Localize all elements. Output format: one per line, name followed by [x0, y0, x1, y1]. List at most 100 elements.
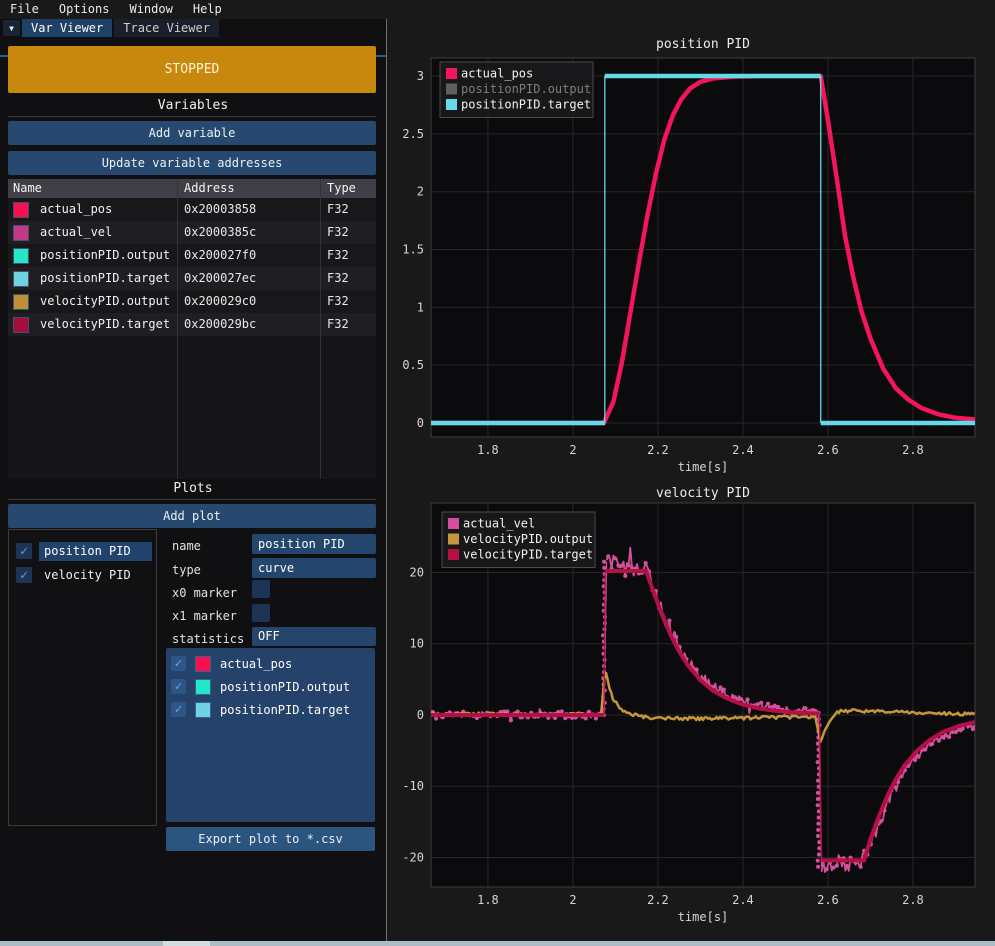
update-variable-addresses-button[interactable]: Update variable addresses [8, 151, 376, 175]
variable-name-cell: positionPID.output [8, 244, 177, 267]
tab-trace-viewer[interactable]: Trace Viewer [114, 19, 219, 37]
x0-marker-checkbox[interactable] [252, 580, 270, 598]
export-csv-button[interactable]: Export plot to *.csv [166, 827, 375, 851]
column-header-name[interactable]: Name [8, 179, 177, 198]
plot-name-label: name [172, 536, 201, 556]
legend-swatch[interactable] [448, 518, 459, 529]
variable-name-cell: velocityPID.output [8, 290, 177, 313]
series-marker [947, 735, 951, 739]
plot-name-input[interactable]: position PID [252, 534, 376, 554]
legend-label[interactable]: positionPID.output [461, 82, 591, 96]
chart-title: velocity PID [656, 486, 750, 501]
series-visible-checkbox[interactable]: ✓ [171, 702, 186, 717]
x-tick-label: 2.8 [902, 443, 924, 457]
legend-swatch[interactable] [448, 549, 459, 560]
variable-address: 0x200027f0 [177, 244, 320, 267]
plot-list-label[interactable]: position PID [39, 542, 152, 561]
y-tick-label: 10 [410, 637, 424, 651]
legend-label[interactable]: actual_pos [461, 67, 533, 81]
variables-header: Variables [0, 98, 386, 113]
add-plot-button[interactable]: Add plot [8, 504, 376, 528]
plot-list-item[interactable]: ✓ position PID [9, 539, 156, 563]
legend-swatch[interactable] [446, 99, 457, 110]
add-variable-button[interactable]: Add variable [8, 121, 376, 145]
legend-label[interactable]: positionPID.target [461, 98, 591, 112]
column-header-type[interactable]: Type [320, 179, 376, 198]
statistics-toggle[interactable]: OFF [252, 627, 376, 646]
series-marker [825, 867, 829, 871]
x-tick-label: 2.6 [817, 443, 839, 457]
variable-type: F32 [320, 313, 376, 336]
plot-legend[interactable]: actual_pospositionPID.output positionPID.… [440, 62, 593, 118]
column-separator [320, 179, 321, 479]
column-separator [177, 179, 178, 479]
legend-swatch[interactable] [446, 84, 457, 95]
variable-color-swatch[interactable] [13, 317, 29, 333]
variable-color-swatch[interactable] [13, 225, 29, 241]
menu-options[interactable]: Options [49, 0, 120, 19]
x1-marker-checkbox[interactable] [252, 604, 270, 622]
plot-series-item[interactable]: ✓positionPID.target [166, 698, 375, 721]
acquisition-stop-button[interactable]: STOPPED [8, 46, 376, 93]
variable-name-cell: actual_vel [8, 221, 177, 244]
plot-visible-checkbox[interactable]: ✓ [16, 543, 32, 559]
legend-label[interactable]: actual_vel [463, 517, 535, 531]
plot-visible-checkbox[interactable]: ✓ [16, 567, 32, 583]
variable-name: actual_vel [40, 221, 112, 244]
plot-list-item[interactable]: ✓ velocity PID [9, 563, 156, 587]
legend-label[interactable]: velocityPID.target [463, 548, 593, 562]
plot-type-select[interactable]: curve [252, 558, 376, 578]
x-tick-label: 2.2 [647, 893, 669, 907]
variable-name-cell: positionPID.target [8, 267, 177, 290]
variable-color-swatch[interactable] [13, 294, 29, 310]
menu-window[interactable]: Window [119, 0, 182, 19]
variable-name: velocityPID.output [40, 290, 170, 313]
x-tick-label: 2.6 [817, 893, 839, 907]
series-marker [954, 730, 958, 734]
plot-series-panel: ✓actual_pos✓positionPID.output✓positionP… [166, 648, 375, 822]
plot-list-label[interactable]: velocity PID [39, 566, 152, 585]
legend-label[interactable]: velocityPID.output [463, 532, 593, 546]
variable-address: 0x2000385c [177, 221, 320, 244]
series-marker [816, 834, 820, 838]
legend-swatch[interactable] [448, 534, 459, 545]
y-tick-label: 3 [417, 69, 424, 83]
series-marker [509, 718, 513, 722]
menu-help[interactable]: Help [183, 0, 232, 19]
variable-color-swatch[interactable] [13, 202, 29, 218]
series-marker [816, 760, 820, 764]
variable-color-swatch[interactable] [13, 271, 29, 287]
series-marker [816, 791, 820, 795]
velocity-pid-chart[interactable]: 1.822.22.42.62.820100-10-20velocity PIDt… [391, 478, 995, 940]
horizontal-scrollbar[interactable] [0, 941, 995, 946]
tab-list-button[interactable]: ▼ [3, 20, 20, 36]
y-tick-label: -10 [402, 779, 424, 793]
series-visible-checkbox[interactable]: ✓ [171, 679, 186, 694]
x-tick-label: 2.8 [902, 893, 924, 907]
variable-color-swatch[interactable] [13, 248, 29, 264]
position-pid-chart[interactable]: 1.822.22.42.62.800.511.522.53position PI… [391, 28, 995, 478]
series-marker [434, 716, 438, 720]
tab-var-viewer[interactable]: Var Viewer [22, 19, 112, 37]
variable-name-cell: velocityPID.target [8, 313, 177, 336]
series-marker [816, 828, 820, 832]
plot-legend[interactable]: actual_velvelocityPID.output velocityPID.… [442, 512, 595, 568]
legend-swatch[interactable] [446, 68, 457, 79]
scrollbar-thumb[interactable] [163, 941, 210, 946]
series-marker [816, 797, 820, 801]
series-marker [816, 803, 820, 807]
series-visible-checkbox[interactable]: ✓ [171, 656, 186, 671]
series-marker [776, 705, 780, 709]
menu-file[interactable]: File [0, 0, 49, 19]
series-marker [835, 864, 839, 868]
series-marker [674, 635, 678, 639]
series-marker [620, 564, 624, 568]
series-color-swatch [195, 702, 211, 718]
series-marker [746, 697, 750, 701]
variable-address: 0x200027ec [177, 267, 320, 290]
plot-series-item[interactable]: ✓actual_pos [166, 652, 375, 675]
series-marker [817, 816, 821, 820]
series-marker [613, 556, 617, 560]
plot-series-item[interactable]: ✓positionPID.output [166, 675, 375, 698]
column-header-address[interactable]: Address [177, 179, 320, 198]
